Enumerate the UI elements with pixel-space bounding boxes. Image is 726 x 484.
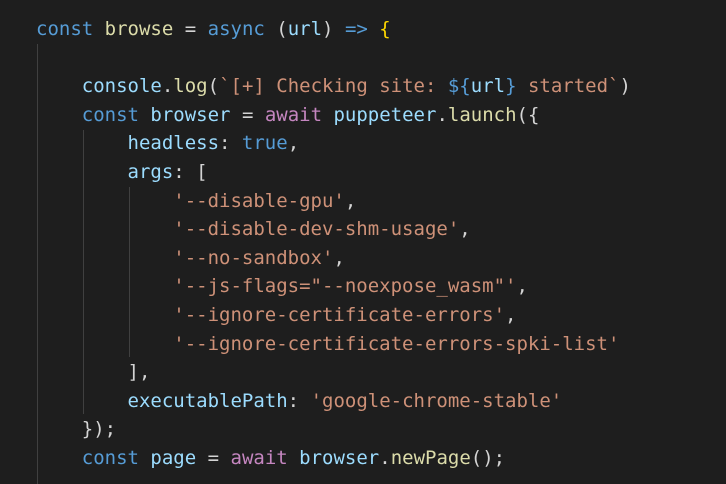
code-token: started` — [516, 75, 620, 98]
code-token: , — [516, 275, 528, 298]
code-token: ${ — [447, 75, 471, 98]
code-token: headless — [127, 132, 220, 155]
code-token: await — [230, 447, 288, 469]
code-token: executablePath — [127, 389, 288, 412]
code-token: args — [127, 161, 174, 183]
code-token: , — [287, 132, 300, 155]
code-token: = — [230, 103, 265, 126]
code-token: ({ — [516, 103, 540, 126]
code-token: url — [287, 18, 323, 40]
code-line: headless: true, — [36, 129, 300, 158]
code-token: browser — [150, 103, 231, 126]
code-token: : — [219, 132, 242, 155]
code-token: , — [505, 304, 517, 326]
code-token: . — [161, 75, 174, 98]
code-line: ], — [36, 358, 151, 387]
code-token: { — [379, 18, 391, 40]
code-token: launch — [447, 103, 517, 126]
code-token: log — [173, 75, 208, 98]
code-line: '--ignore-certificate-errors-spki-list' — [36, 330, 619, 359]
code-token: const — [36, 18, 94, 40]
code-line: executablePath: 'google-chrome-stable' — [36, 387, 563, 416]
code-token: console — [81, 75, 162, 98]
code-token: `[+] Checking site: — [219, 75, 448, 98]
code-token: , — [459, 218, 471, 241]
code-line: '--no-sandbox', — [36, 244, 345, 273]
code-token: = — [173, 18, 208, 40]
code-token: , — [333, 246, 345, 269]
code-token: ( — [264, 18, 288, 40]
code-token: true — [241, 132, 288, 155]
code-token: => — [344, 18, 368, 40]
code-line: '--ignore-certificate-errors', — [36, 301, 516, 330]
code-token: ) — [322, 18, 345, 40]
code-line: }); — [36, 415, 116, 444]
code-token: (); — [470, 447, 506, 469]
code-token: const — [81, 103, 139, 126]
code-token: newPage — [390, 447, 471, 469]
code-token: page — [150, 447, 197, 469]
code-line: '--js-flags="--noexpose_wasm"', — [36, 272, 528, 301]
code-token: '--disable-dev-shm-usage' — [173, 218, 460, 241]
code-token: await — [264, 103, 323, 126]
code-token: ], — [127, 361, 151, 384]
code-token: async — [207, 18, 265, 40]
code-line: const browser = await puppeteer.launch({ — [36, 101, 540, 130]
code-token: ) — [619, 75, 631, 98]
code-line: '--disable-gpu', — [36, 187, 356, 216]
code-token: '--js-flags="--noexpose_wasm"' — [173, 275, 517, 298]
code-token: '--ignore-certificate-errors-spki-list' — [173, 332, 620, 355]
code-token: browser — [299, 447, 380, 469]
code-token: : — [287, 389, 311, 412]
code-token: } — [505, 75, 517, 98]
code-token: puppeteer — [333, 103, 437, 126]
code-token: = — [196, 447, 231, 469]
code-line: const browse = async (url) => { — [36, 15, 391, 44]
code-editor[interactable]: const browse = async (url) => { console.… — [0, 0, 726, 484]
code-token: 'google-chrome-stable' — [310, 389, 563, 412]
code-token: . — [436, 103, 448, 126]
code-token: url — [470, 75, 506, 98]
code-token: '--ignore-certificate-errors' — [173, 304, 506, 326]
code-token: }); — [81, 418, 117, 441]
code-line: args: [ — [36, 158, 208, 187]
code-token: browse — [104, 18, 174, 40]
code-token: '--no-sandbox' — [173, 246, 334, 269]
code-line: console.log(`[+] Checking site: ${url} s… — [36, 72, 631, 101]
code-token: : [ — [173, 161, 208, 183]
code-token: ( — [207, 75, 220, 98]
code-line: '--disable-dev-shm-usage', — [36, 215, 471, 244]
code-token: const — [81, 447, 139, 469]
code-token: . — [379, 447, 391, 469]
code-token: , — [344, 189, 357, 212]
code-line: const page = await browser.newPage(); — [36, 444, 505, 473]
code-token: '--disable-gpu' — [173, 189, 345, 212]
